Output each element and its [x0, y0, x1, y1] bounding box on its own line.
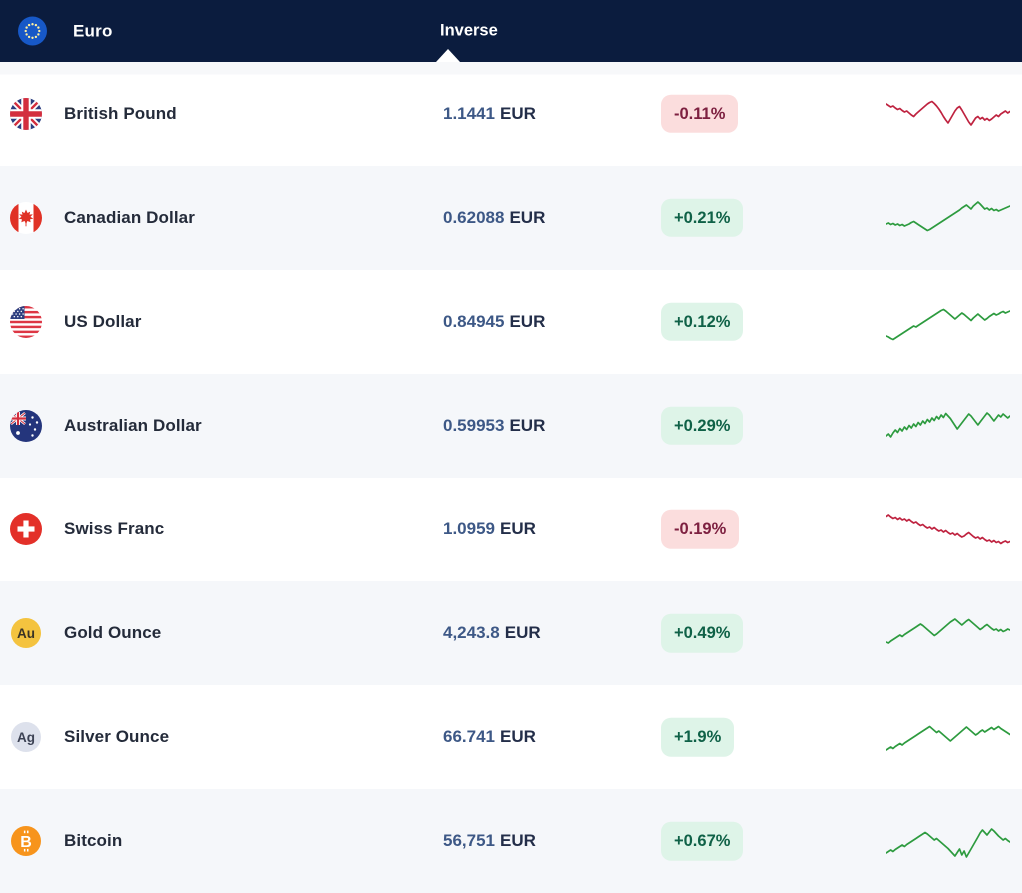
- table-row[interactable]: Silver Ounce 66.741 EUR +1.9%: [0, 685, 1022, 789]
- rate-unit: EUR: [500, 103, 536, 123]
- rate-value: 1.1441 EUR: [443, 104, 536, 124]
- flag-eu-icon: [18, 17, 47, 46]
- table-row[interactable]: US Dollar 0.84945 EUR +0.12%: [0, 270, 1022, 374]
- table-row[interactable]: Australian Dollar 0.59953 EUR +0.29%: [0, 373, 1022, 478]
- rate-unit: EUR: [509, 415, 546, 435]
- asset-name: British Pound: [64, 103, 177, 123]
- change-badge: +0.12%: [661, 302, 744, 341]
- rate-number: 1.1441: [443, 103, 495, 123]
- rate-unit: EUR: [500, 519, 536, 539]
- flag-ca-icon: [10, 202, 42, 234]
- table-row[interactable]: Gold Ounce 4,243.8 EUR +0.49%: [0, 581, 1022, 686]
- table-row[interactable]: Bitcoin 56,751 EUR +0.67%: [0, 789, 1022, 893]
- rate-number: 4,243.8: [443, 623, 500, 643]
- rate-number: 1.0959: [443, 519, 495, 539]
- rate-unit: EUR: [500, 727, 536, 747]
- asset-name: Swiss Franc: [64, 519, 165, 539]
- rate-value: 4,243.8 EUR: [443, 623, 541, 643]
- asset-name: US Dollar: [64, 311, 142, 331]
- rate-number: 66.741: [443, 727, 495, 747]
- metal-silver-icon: [10, 721, 42, 753]
- change-badge: +0.21%: [661, 198, 744, 238]
- sparkline-chart: [886, 813, 1010, 869]
- rate-number: 0.59953: [443, 415, 505, 435]
- rate-value: 0.62088 EUR: [443, 208, 545, 228]
- flag-us-icon: [10, 306, 42, 338]
- rate-unit: EUR: [500, 831, 536, 851]
- rate-value: 1.0959 EUR: [443, 519, 536, 539]
- change-badge: +0.67%: [661, 821, 744, 861]
- flag-ch-icon: [10, 513, 42, 545]
- asset-name: Silver Ounce: [64, 727, 170, 747]
- rate-value: 56,751 EUR: [443, 831, 536, 851]
- flag-gb-icon: [10, 98, 42, 130]
- rate-number: 0.62088: [443, 207, 505, 227]
- asset-name: Australian Dollar: [64, 415, 202, 435]
- selected-column-caret-icon: [436, 49, 460, 62]
- rate-unit: EUR: [509, 207, 546, 227]
- sparkline-chart: [886, 294, 1010, 350]
- crypto-btc-icon: [10, 825, 42, 857]
- base-currency[interactable]: Euro: [18, 17, 113, 46]
- change-badge: -0.11%: [661, 94, 739, 134]
- rate-value: 66.741 EUR: [443, 727, 536, 747]
- base-currency-label: Euro: [73, 21, 113, 40]
- asset-name: Canadian Dollar: [64, 207, 195, 227]
- rate-unit: EUR: [509, 311, 546, 331]
- sparkline-chart: [886, 398, 1010, 454]
- rate-unit: EUR: [504, 623, 541, 643]
- rates-table: British Pound 1.1441 EUR -0.11% Canadian …: [0, 62, 1022, 893]
- table-row[interactable]: Swiss Franc 1.0959 EUR -0.19%: [0, 478, 1022, 582]
- metal-gold-icon: [10, 617, 42, 649]
- table-row[interactable]: Canadian Dollar 0.62088 EUR +0.21%: [0, 165, 1022, 270]
- rate-number: 56,751: [443, 831, 495, 851]
- currency-header: Euro Inverse: [0, 0, 1022, 62]
- rate-number: 0.84945: [443, 311, 505, 331]
- rate-value: 0.84945 EUR: [443, 312, 545, 332]
- sparkline-chart: [886, 605, 1010, 661]
- sparkline-chart: [886, 190, 1010, 246]
- change-badge: +0.29%: [661, 406, 744, 445]
- table-row[interactable]: British Pound 1.1441 EUR -0.11%: [0, 62, 1022, 166]
- asset-name: Bitcoin: [64, 831, 123, 851]
- rate-value: 0.59953 EUR: [443, 416, 545, 436]
- change-badge: +0.49%: [661, 614, 744, 653]
- change-badge: -0.19%: [661, 510, 740, 549]
- tab-inverse[interactable]: Inverse: [440, 22, 498, 41]
- flag-au-icon: [10, 410, 42, 442]
- sparkline-chart: [886, 86, 1010, 142]
- change-badge: +1.9%: [661, 717, 735, 757]
- asset-name: Gold Ounce: [64, 623, 162, 643]
- sparkline-chart: [886, 501, 1010, 557]
- sparkline-chart: [886, 709, 1010, 765]
